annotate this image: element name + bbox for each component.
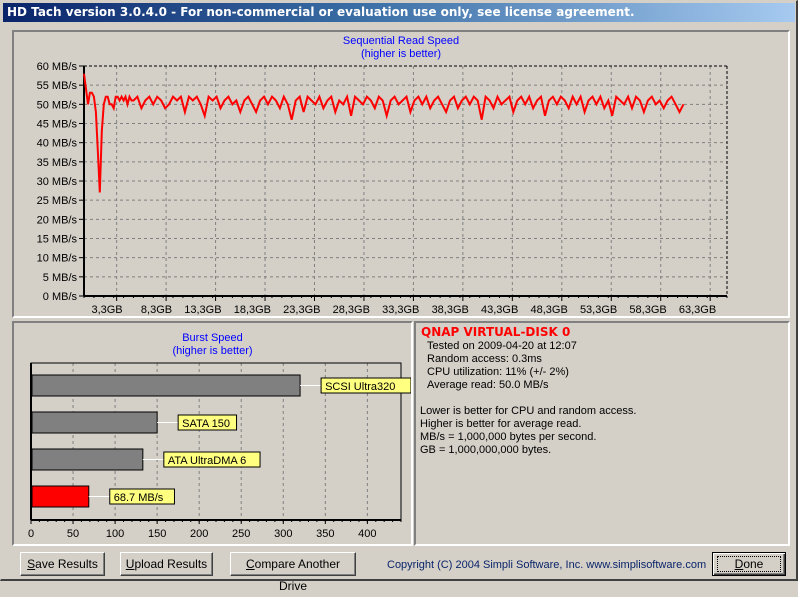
x-tick-label: 63,3GB: [679, 304, 716, 316]
x-tick-label: 0: [28, 528, 34, 540]
y-tick-label: 20 MB/s: [37, 214, 78, 226]
save-label: ave Results: [35, 557, 98, 571]
x-tick-label: 18,3GB: [234, 304, 271, 316]
x-tick-label: 43,3GB: [481, 304, 518, 316]
compare-another-drive-button[interactable]: Compare Another Drive: [230, 552, 356, 593]
x-tick-label: 350: [316, 528, 334, 540]
x-tick-label: 8,3GB: [141, 304, 172, 316]
x-tick-label: 28,3GB: [333, 304, 370, 316]
y-tick-label: 5 MB/s: [43, 272, 78, 284]
cpu-utilization: CPU utilization: 11% (+/- 2%): [427, 366, 569, 378]
x-tick-label: 3,3GB: [91, 304, 122, 316]
average-read: Average read: 50.0 MB/s: [427, 379, 549, 391]
read-speed-line: [83, 73, 685, 193]
burst-speed-panel: Burst Speed (higher is better) 0 50 100 150…: [12, 321, 413, 546]
reference-bar: [31, 374, 301, 397]
upload-results-button[interactable]: Upload Results: [120, 552, 213, 576]
y-tick-label: 45 MB/s: [37, 119, 78, 131]
compare-accel: C: [245, 557, 255, 571]
x-tick-label: 53,3GB: [580, 304, 617, 316]
y-tick-label: 25 MB/s: [37, 195, 78, 207]
bar-label: SCSI Ultra320: [325, 381, 395, 393]
bar-label: ATA UltraDMA 6: [168, 455, 246, 467]
x-tick-label: 23,3GB: [283, 304, 320, 316]
y-tick-label: 50 MB/s: [37, 99, 78, 111]
done-button[interactable]: Done: [712, 552, 786, 576]
y-tick-label: 15 MB/s: [37, 234, 78, 246]
x-tick-label: 48,3GB: [530, 304, 567, 316]
burst-speed-chart: 0 50 100 150 200 250 300 350 400 SCSI Ultra320 SAT…: [28, 362, 411, 540]
y-tick-label: 10 MB/s: [37, 253, 78, 265]
random-access: Random access: 0.3ms: [427, 353, 542, 365]
tested-drive-bar: [31, 485, 90, 508]
focus-rect: [717, 556, 781, 572]
x-tick-label: 13,3GB: [184, 304, 221, 316]
y-tick-label: 60 MB/s: [37, 61, 78, 73]
y-tick-label: 30 MB/s: [37, 176, 78, 188]
tested-on: Tested on 2009-04-20 at 12:07: [427, 340, 577, 352]
note-line: MB/s = 1,000,000 bytes per second.: [420, 431, 597, 443]
note-line: GB = 1,000,000,000 bytes.: [420, 444, 552, 456]
title-bar[interactable]: HD Tach version 3.0.4.0 - For non-commer…: [3, 3, 795, 22]
x-tick-label: 200: [190, 528, 208, 540]
x-tick-label: 250: [232, 528, 250, 540]
drive-name: QNAP VIRTUAL-DISK 0: [421, 325, 571, 339]
drive-info-panel: QNAP VIRTUAL-DISK 0 Tested on 2009-04-20…: [414, 321, 790, 546]
copyright-text[interactable]: Copyright (C) 2004 Simpli Software, Inc.…: [387, 559, 706, 571]
y-tick-label: 35 MB/s: [37, 157, 78, 169]
x-tick-label: 58,3GB: [629, 304, 666, 316]
x-tick-label: 100: [106, 528, 124, 540]
x-tick-label: 300: [274, 528, 292, 540]
upload-label: pload Results: [134, 557, 208, 571]
save-results-button[interactable]: Save Results: [20, 552, 105, 576]
y-tick-label: 55 MB/s: [37, 80, 78, 92]
note-line: Lower is better for CPU and random acces…: [420, 405, 637, 417]
bar-label: 68.7 MB/s: [114, 492, 164, 504]
y-tick-label: 40 MB/s: [37, 138, 78, 150]
x-tick-label: 38,3GB: [432, 304, 469, 316]
hd-tach-window: HD Tach version 3.0.4.0 - For non-commer…: [0, 0, 798, 593]
x-tick-label: 400: [358, 528, 376, 540]
bar-label: SATA 150: [182, 418, 230, 430]
reference-bar: [31, 448, 144, 471]
y-tick-label: 0 MB/s: [43, 291, 78, 303]
compare-label: ompare Another Drive: [254, 557, 341, 593]
x-tick-label: 50: [67, 528, 79, 540]
sequential-read-panel: Sequential Read Speed (higher is better)…: [12, 30, 790, 318]
sequential-read-chart: 0 MB/s 5 MB/s 10 MB/s 15 MB/s 20 MB/s 25 MB/s…: [37, 61, 728, 316]
x-tick-label: 150: [148, 528, 166, 540]
x-tick-label: 33,3GB: [382, 304, 419, 316]
save-accel: S: [27, 557, 36, 571]
reference-bar: [31, 411, 158, 434]
note-line: Higher is better for average read.: [420, 418, 582, 430]
